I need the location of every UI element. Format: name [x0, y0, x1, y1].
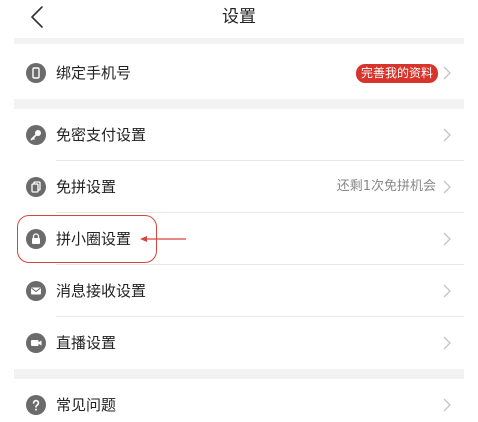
chevron-right-icon: [443, 232, 451, 246]
question-mark-icon: [26, 395, 46, 415]
copy-icon: [26, 177, 46, 197]
message-settings-label: 消息接收设置: [56, 282, 147, 300]
navigation-bar: 设置: [0, 0, 478, 36]
chevron-right-icon: [443, 180, 451, 194]
section-divider: [14, 38, 464, 44]
bind-phone-row[interactable]: 绑定手机号 完善我的资料: [14, 47, 464, 99]
chevron-right-icon: [443, 128, 451, 142]
page-title: 设置: [222, 7, 256, 27]
password-free-payment-label: 免密支付设置: [56, 126, 147, 144]
video-camera-icon: [26, 333, 46, 353]
complete-profile-badge: 完善我的资料: [355, 64, 438, 83]
faq-label: 常见问题: [56, 396, 117, 414]
group-free-settings-label: 免拼设置: [56, 178, 117, 196]
faq-row[interactable]: 常见问题: [14, 379, 464, 422]
remaining-group-free-hint: 还剩1次免拼机会: [336, 179, 436, 194]
pin-circle-settings-row[interactable]: 拼小圈设置: [14, 213, 464, 265]
section-divider: [14, 99, 464, 109]
chevron-right-icon: [443, 284, 451, 298]
chevron-right-icon: [443, 66, 451, 80]
phone-icon: [26, 63, 46, 83]
pin-circle-settings-label: 拼小圈设置: [56, 230, 132, 248]
group-free-settings-row[interactable]: 免拼设置 还剩1次免拼机会: [14, 161, 464, 213]
message-settings-row[interactable]: 消息接收设置: [14, 265, 464, 317]
live-settings-row[interactable]: 直播设置: [14, 317, 464, 369]
key-icon: [26, 125, 46, 145]
mail-icon: [26, 281, 46, 301]
lock-icon: [26, 229, 46, 249]
live-settings-label: 直播设置: [56, 334, 117, 352]
bind-phone-label: 绑定手机号: [56, 64, 132, 82]
chevron-right-icon: [443, 336, 451, 350]
chevron-right-icon: [443, 398, 451, 412]
password-free-payment-row[interactable]: 免密支付设置: [14, 109, 464, 161]
section-divider: [14, 369, 464, 379]
